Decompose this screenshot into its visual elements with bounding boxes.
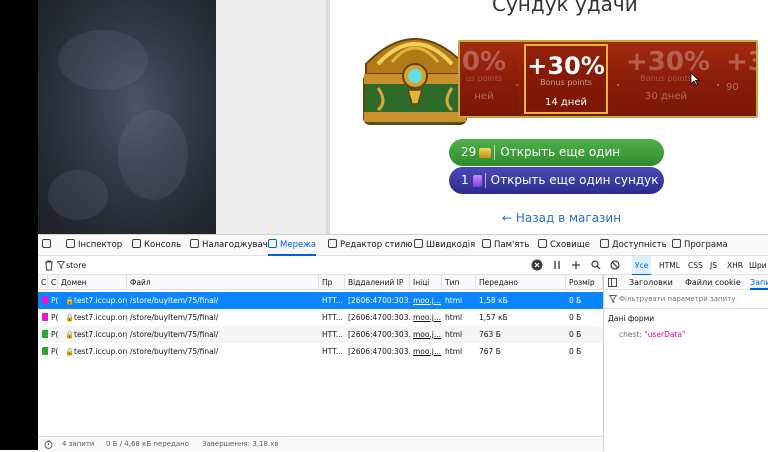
storage-icon bbox=[538, 239, 547, 248]
trash-icon[interactable] bbox=[44, 260, 54, 271]
back-to-store-link[interactable]: ← Назад в магазин bbox=[502, 211, 621, 225]
bonus-carousel: 0% us points ней · +30% Bonus points 14 … bbox=[458, 40, 758, 118]
separator-dot: · bbox=[515, 78, 520, 94]
form-param-row[interactable]: chest: "userData" bbox=[619, 330, 685, 339]
pause-icon[interactable] bbox=[553, 260, 561, 270]
web-page: Сундук удачи 0% us points ней · +30% Bon… bbox=[0, 0, 768, 234]
network-filter-bar: Усе HTML CSS JS XHR Шри bbox=[38, 256, 768, 275]
param-value: "userData" bbox=[644, 330, 686, 339]
panel-divider bbox=[604, 308, 768, 309]
filter-type-js[interactable]: JS bbox=[710, 256, 717, 275]
column-remote-ip[interactable]: Віддалений IP bbox=[345, 275, 410, 290]
network-status-bar: 4 запити 0 Б / 4,68 кБ передано Завершен… bbox=[38, 436, 603, 451]
page-gutter bbox=[216, 0, 326, 234]
table-row[interactable]: P( 🔒 test7.iccup.org /store/buyItem/75/f… bbox=[38, 309, 603, 326]
status-icon bbox=[39, 343, 48, 360]
column-status[interactable]: С bbox=[38, 275, 48, 290]
tab-application[interactable]: Програма bbox=[672, 235, 728, 256]
column-initiator[interactable]: Ініці bbox=[410, 275, 442, 290]
style-editor-icon bbox=[328, 239, 337, 248]
open-chest-gold-button[interactable]: 29 Открыть еще один сундук bbox=[449, 139, 664, 186]
request-table-header: С С Домен Файл Пр Віддалений IP Ініці Ти… bbox=[38, 275, 603, 290]
treasure-chest-icon bbox=[363, 38, 467, 125]
param-key: chest: bbox=[619, 330, 642, 339]
tab-inspector[interactable]: Інспектор bbox=[66, 235, 122, 256]
table-row[interactable]: P( 🔒 test7.iccup.org /store/buyItem/75/f… bbox=[38, 326, 603, 343]
memory-icon bbox=[482, 239, 491, 248]
tab-memory[interactable]: Пам'ять bbox=[482, 235, 529, 256]
status-icon bbox=[39, 326, 48, 343]
mouse-cursor-icon bbox=[690, 72, 700, 86]
console-icon bbox=[132, 239, 141, 248]
devtools-panel: Інспектор Консоль Налагоджувач Мережа Ре… bbox=[38, 234, 768, 451]
form-data-heading: Дані форми bbox=[608, 314, 655, 323]
column-transferred[interactable]: Передано bbox=[476, 275, 566, 290]
tab-style-editor[interactable]: Редактор стилю bbox=[328, 235, 413, 256]
clear-filter-icon[interactable] bbox=[531, 259, 543, 271]
gold-coins-icon bbox=[479, 147, 492, 158]
inspector-icon bbox=[66, 239, 75, 248]
tab-storage[interactable]: Сховище bbox=[538, 235, 590, 256]
filter-type-html[interactable]: HTML bbox=[659, 256, 680, 275]
separator-dot: · bbox=[616, 78, 621, 94]
status-icon bbox=[39, 309, 48, 326]
button-separator bbox=[494, 145, 496, 160]
page-title: Сундук удачи bbox=[492, 0, 638, 16]
tab-cookies[interactable]: Файли cookie bbox=[685, 275, 741, 290]
pick-element-icon bbox=[42, 239, 51, 248]
status-icon bbox=[39, 292, 48, 309]
details-tabs: Заголовки Файли cookie Запи bbox=[604, 275, 768, 290]
gold-count: 29 bbox=[461, 145, 477, 159]
devtools-toolbar: Інспектор Консоль Налагоджувач Мережа Ре… bbox=[38, 235, 768, 256]
tab-console[interactable]: Консоль bbox=[132, 235, 181, 256]
filter-type-all[interactable]: Усе bbox=[632, 256, 652, 275]
debugger-icon bbox=[190, 239, 199, 248]
filter-type-xhr[interactable]: XHR bbox=[727, 256, 743, 275]
key-token-icon bbox=[472, 174, 482, 187]
params-filter-input[interactable] bbox=[619, 293, 767, 305]
table-row[interactable]: P( 🔒 test7.iccup.org /store/buyItem/75/f… bbox=[38, 292, 603, 309]
tab-performance[interactable]: Швидкодія bbox=[414, 235, 475, 256]
block-requests-icon[interactable] bbox=[610, 260, 620, 270]
performance-icon bbox=[414, 239, 423, 248]
request-details-panel: Заголовки Файли cookie Запи Дані форми c… bbox=[603, 275, 768, 451]
bonus-option[interactable]: 0% us points ней bbox=[460, 42, 514, 116]
tab-headers[interactable]: Заголовки bbox=[629, 275, 673, 290]
pick-element-button[interactable] bbox=[42, 235, 54, 256]
tab-accessibility[interactable]: Доступність bbox=[600, 235, 667, 256]
separator-dot: · bbox=[716, 78, 721, 94]
tab-network[interactable]: Мережа bbox=[268, 235, 317, 256]
button-separator bbox=[484, 173, 486, 188]
tab-debugger[interactable]: Налагоджувач bbox=[190, 235, 268, 256]
url-filter-input[interactable] bbox=[66, 258, 526, 272]
left-black-strip bbox=[0, 0, 38, 450]
column-file[interactable]: Файл bbox=[127, 275, 319, 290]
filter-funnel-icon bbox=[609, 295, 617, 303]
application-icon bbox=[672, 239, 681, 248]
column-type[interactable]: Тип bbox=[442, 275, 476, 290]
filter-funnel-icon bbox=[57, 261, 65, 269]
open-chest-key-button[interactable]: 1 Открыть еще один сундук bbox=[449, 167, 664, 194]
column-size[interactable]: Розмір bbox=[566, 275, 603, 290]
background-artwork bbox=[38, 0, 216, 234]
bonus-option-selected[interactable]: +30% Bonus points 14 дней bbox=[524, 44, 608, 114]
table-row[interactable]: P( 🔒 test7.iccup.org /store/buyItem/75/f… bbox=[38, 343, 603, 360]
open-chest-label: Открыть еще один сундук bbox=[490, 173, 659, 187]
filter-type-fonts[interactable]: Шри bbox=[749, 256, 767, 275]
filter-type-css[interactable]: CSS bbox=[688, 256, 703, 275]
tab-request[interactable]: Запи bbox=[750, 275, 768, 290]
bonus-option[interactable]: +3 90 bbox=[726, 42, 756, 116]
column-method[interactable]: С bbox=[48, 275, 58, 290]
column-domain[interactable]: Домен bbox=[58, 275, 127, 290]
accessibility-icon bbox=[600, 239, 609, 248]
search-icon[interactable] bbox=[591, 260, 601, 270]
panel-toggle-icon[interactable] bbox=[608, 278, 617, 287]
plus-icon[interactable] bbox=[571, 260, 581, 270]
column-protocol[interactable]: Пр bbox=[319, 275, 345, 290]
key-count: 1 bbox=[461, 173, 469, 187]
stopwatch-icon bbox=[44, 440, 53, 449]
network-icon bbox=[268, 239, 277, 248]
